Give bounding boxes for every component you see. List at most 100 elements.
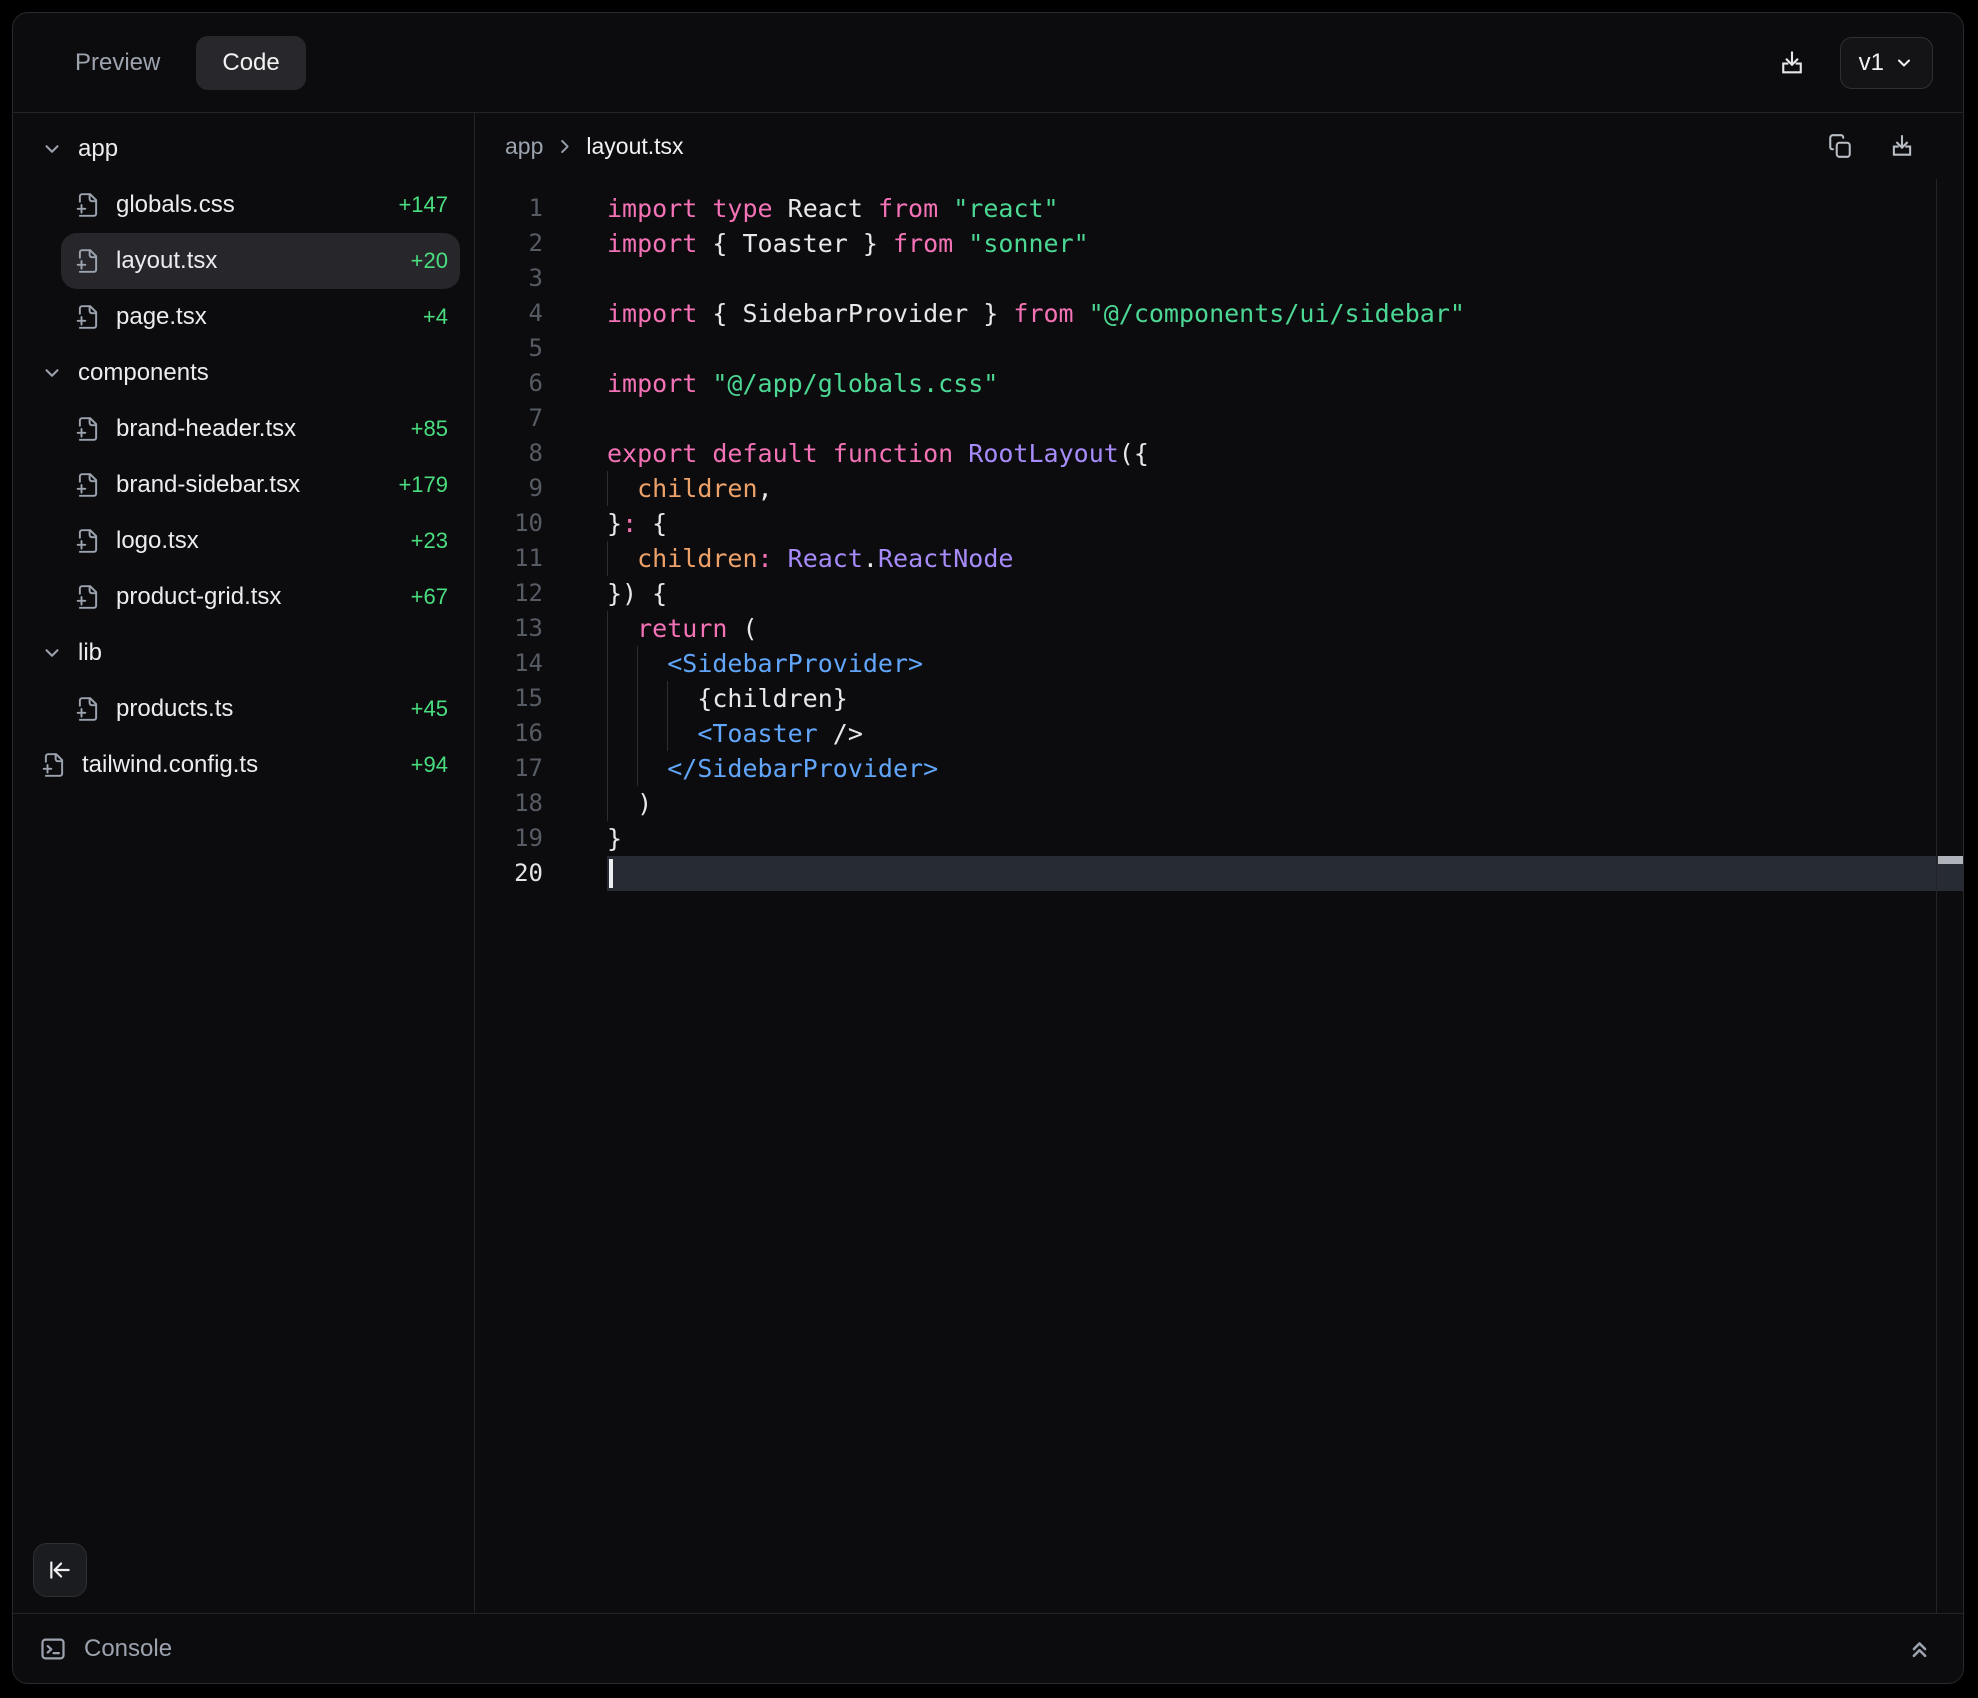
- tree-file-products.ts[interactable]: products.ts+45: [61, 681, 460, 737]
- line-number: 14: [475, 646, 607, 681]
- chevrons-up-icon: [1906, 1635, 1933, 1662]
- file-name: product-grid.tsx: [116, 583, 281, 611]
- code-line-3[interactable]: 3: [475, 261, 1963, 296]
- copy-code-button[interactable]: [1823, 129, 1857, 163]
- line-text: }: [607, 821, 1963, 856]
- code-line-15[interactable]: 15 {children}: [475, 681, 1963, 716]
- file-plus-icon: [75, 304, 101, 330]
- tree-file-brand-header.tsx[interactable]: brand-header.tsx +85: [61, 401, 460, 457]
- editor-scrollbar[interactable]: [1936, 179, 1963, 1613]
- code-editor[interactable]: 1import type React from "react"2import {…: [475, 179, 1963, 1613]
- tab-code[interactable]: Code: [196, 36, 305, 90]
- tab-preview[interactable]: Preview: [49, 36, 186, 90]
- code-line-11[interactable]: 11 children: React.ReactNode: [475, 541, 1963, 576]
- chevron-right-icon: [555, 137, 574, 156]
- expand-console-button[interactable]: [1906, 1635, 1933, 1662]
- version-dropdown[interactable]: v1: [1840, 37, 1933, 89]
- version-label: v1: [1859, 49, 1884, 77]
- code-line-12[interactable]: 12}) {: [475, 576, 1963, 611]
- indent-guide: [607, 786, 608, 821]
- code-line-2[interactable]: 2import { Toaster } from "sonner": [475, 226, 1963, 261]
- tree-file-globals.css[interactable]: globals.css+147: [61, 177, 460, 233]
- code-panel: app layout.tsx: [475, 113, 1963, 1613]
- line-number: 9: [475, 471, 607, 506]
- toolbar-right-actions: v1: [1774, 37, 1933, 89]
- code-line-19[interactable]: 19}: [475, 821, 1963, 856]
- code-line-13[interactable]: 13 return (: [475, 611, 1963, 646]
- download-project-button[interactable]: [1774, 45, 1810, 81]
- download-file-button[interactable]: [1885, 129, 1919, 163]
- text-cursor: [609, 859, 613, 888]
- file-plus-icon: [75, 416, 101, 442]
- code-line-20[interactable]: 20: [475, 856, 1963, 891]
- tree-file-brand-sidebar.tsx[interactable]: brand-sidebar.tsx+179: [61, 457, 460, 513]
- file-name: tailwind.config.ts: [82, 751, 258, 779]
- line-text: return (: [607, 611, 1963, 646]
- file-name: brand-header.tsx: [116, 415, 296, 443]
- file-plus-icon: [75, 248, 101, 274]
- tree-file-layout.tsx[interactable]: layout.tsx+20: [61, 233, 460, 289]
- line-text: </SidebarProvider>: [607, 751, 1963, 786]
- chevron-down-icon: [41, 642, 63, 664]
- code-content: 1import type React from "react"2import {…: [475, 179, 1963, 891]
- file-plus-icon: [75, 192, 101, 218]
- indent-guide: [637, 716, 638, 751]
- code-line-10[interactable]: 10}: {: [475, 506, 1963, 541]
- console-bar[interactable]: Console: [13, 1613, 1963, 1683]
- file-name: page.tsx: [116, 303, 207, 331]
- folder-name: app: [78, 135, 118, 163]
- line-number: 11: [475, 541, 607, 576]
- code-line-8[interactable]: 8export default function RootLayout({: [475, 436, 1963, 471]
- copy-icon: [1827, 133, 1853, 159]
- code-line-17[interactable]: 17 </SidebarProvider>: [475, 751, 1963, 786]
- line-number: 2: [475, 226, 607, 261]
- tree-folder-components[interactable]: components: [27, 345, 460, 401]
- tree-file-logo.tsx[interactable]: logo.tsx+23: [61, 513, 460, 569]
- line-text: children,: [607, 471, 1963, 506]
- code-line-7[interactable]: 7: [475, 401, 1963, 436]
- added-lines-badge: +85: [411, 416, 448, 442]
- collapse-sidebar-button[interactable]: [33, 1543, 87, 1597]
- line-text: ): [607, 786, 1963, 821]
- tree-file-tailwind.config.ts[interactable]: tailwind.config.ts +94: [27, 737, 460, 793]
- added-lines-badge: +23: [411, 528, 448, 554]
- file-name: products.ts: [116, 695, 233, 723]
- tree-file-page.tsx[interactable]: page.tsx +4: [61, 289, 460, 345]
- line-number: 12: [475, 576, 607, 611]
- added-lines-badge: +94: [411, 752, 448, 778]
- breadcrumb-file: layout.tsx: [586, 133, 683, 160]
- line-number: 18: [475, 786, 607, 821]
- tree-file-product-grid.tsx[interactable]: product-grid.tsx +67: [61, 569, 460, 625]
- indent-guide: [607, 611, 608, 646]
- file-name: brand-sidebar.tsx: [116, 471, 300, 499]
- added-lines-badge: +67: [411, 584, 448, 610]
- code-line-5[interactable]: 5: [475, 331, 1963, 366]
- line-number: 7: [475, 401, 607, 436]
- code-line-6[interactable]: 6import "@/app/globals.css": [475, 366, 1963, 401]
- chevron-down-icon: [1894, 53, 1914, 73]
- added-lines-badge: +4: [423, 304, 448, 330]
- added-lines-badge: +20: [411, 248, 448, 274]
- line-number: 17: [475, 751, 607, 786]
- indent-guide: [607, 471, 608, 506]
- code-line-18[interactable]: 18 ): [475, 786, 1963, 821]
- line-text: import { Toaster } from "sonner": [607, 226, 1963, 261]
- tree-folder-app[interactable]: app: [27, 121, 460, 177]
- code-line-4[interactable]: 4import { SidebarProvider } from "@/comp…: [475, 296, 1963, 331]
- main-split: appglobals.css+147layout.tsx+20page.tsx+…: [13, 113, 1963, 1613]
- download-icon: [1778, 49, 1806, 77]
- code-line-1[interactable]: 1import type React from "react": [475, 191, 1963, 226]
- code-line-16[interactable]: 16 <Toaster />: [475, 716, 1963, 751]
- tree-folder-lib[interactable]: lib: [27, 625, 460, 681]
- code-line-14[interactable]: 14 <SidebarProvider>: [475, 646, 1963, 681]
- file-plus-icon: [75, 696, 101, 722]
- indent-guide: [607, 681, 608, 716]
- file-plus-icon: [41, 752, 67, 778]
- code-line-9[interactable]: 9 children,: [475, 471, 1963, 506]
- breadcrumb-folder: app: [505, 133, 543, 160]
- file-plus-icon: [75, 584, 101, 610]
- file-plus-icon: [75, 472, 101, 498]
- indent-guide: [607, 646, 608, 681]
- top-toolbar: Preview Code v1: [13, 13, 1963, 113]
- line-number: 8: [475, 436, 607, 471]
